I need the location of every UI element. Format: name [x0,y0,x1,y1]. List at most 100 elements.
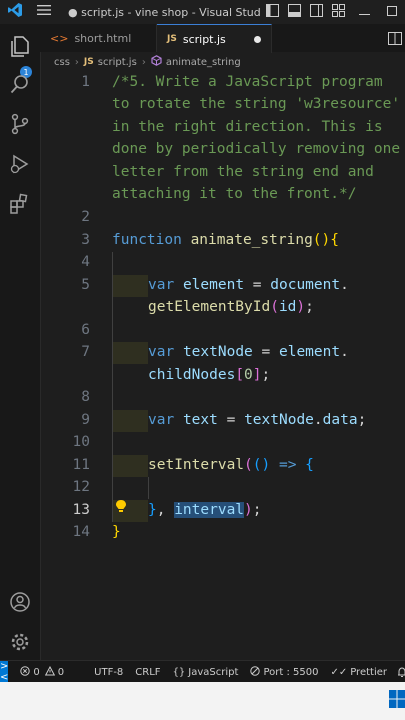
language-mode[interactable]: {} JavaScript [173,667,239,678]
toggle-primary-sidebar-icon[interactable] [261,4,283,20]
line-number: 12 [72,479,90,495]
run-debug-icon[interactable] [8,152,32,176]
tab-script-js[interactable]: JS script.js [157,24,272,53]
warning-count: 0 [57,666,65,678]
code-line: var text = textNode.data; [148,412,367,428]
symbol-method-icon [151,55,162,69]
tab-label: short.html [74,31,132,45]
toggle-secondary-sidebar-icon[interactable] [305,4,327,20]
code-line: } [112,524,121,540]
identifier: data [322,412,358,428]
line-number: 8 [81,389,90,405]
split-editor-icon[interactable] [385,24,405,52]
identifier: id [278,299,297,315]
breadcrumb-folder[interactable]: css [54,57,70,68]
identifier: text [182,412,218,428]
code-line-wrap: getElementById(id); [148,299,314,315]
code-comment-line: done by periodically removing one [112,141,401,157]
line-number: 9 [81,412,90,428]
function-name: animate_string [190,232,313,248]
indent-guide [112,252,113,522]
customize-layout-icon[interactable] [327,4,349,20]
arrow-operator: => [278,457,297,473]
line-number: 1 [81,74,90,90]
prettier-indicator[interactable]: ✓✓ Prettier [330,667,387,678]
code-comment-line: in the right direction. This is [112,119,383,135]
line-number: 11 [72,457,90,473]
maximize-icon[interactable] [379,5,405,19]
code-editor[interactable]: 1 2 3 4 5 6 7 8 9 10 11 12 13 14 /*5. Wr… [40,72,405,660]
indent-highlight [112,455,148,477]
code-comment-line: attaching it to the front.*/ [112,186,357,202]
keyword: var [148,277,175,293]
windows-start-icon[interactable] [389,690,405,708]
eol-indicator[interactable]: CRLF [135,667,160,678]
identifier: textNode [182,344,253,360]
breadcrumb-symbol[interactable]: animate_string [166,57,241,68]
minimize-icon[interactable] [349,6,379,19]
indent-highlight [112,342,148,364]
status-bar: >< 0 0 UTF-8 CRLF {} JavaScript Port : 5… [0,660,405,683]
selected-identifier: interval [174,502,245,518]
code-comment-line: to rotate the string 'w3resource' [112,96,401,112]
window-title: ● script.js - vine shop - Visual Studi..… [68,5,261,19]
warning-icon [44,665,55,679]
breadcrumb-file[interactable]: script.js [98,57,137,68]
vscode-logo-icon [0,2,30,22]
js-file-icon: JS [167,34,177,44]
title-bar: ● script.js - vine shop - Visual Studi..… [0,0,405,24]
menu-icon[interactable] [30,4,58,20]
indent-highlight [112,410,148,432]
js-file-icon: JS [83,57,94,67]
tab-short-html[interactable]: <> short.html [40,24,157,52]
keyword: var [148,344,175,360]
error-icon [20,665,31,679]
keyword: var [148,412,175,428]
indent-guide [148,477,149,499]
code-line: setInterval(() => { [148,457,314,473]
identifier: document [270,277,341,293]
code-line-wrap: childNodes[0]; [148,367,271,383]
double-check-icon: ✓✓ [330,666,348,678]
code-line: function animate_string(){ [112,232,339,248]
chevron-right-icon: › [141,56,146,68]
broadcast-icon [250,665,261,679]
code-line: var element = document. [148,277,349,293]
toggle-panel-icon[interactable] [283,4,305,20]
remote-indicator[interactable]: >< [0,661,9,683]
html-file-icon: <> [50,31,69,45]
error-count: 0 [33,666,40,678]
unsaved-dot-icon[interactable] [254,35,261,43]
identifier: childNodes [148,367,236,383]
code-comment-line: letter from the string end and [112,164,374,180]
settings-gear-icon[interactable] [8,630,32,654]
identifier: textNode [244,412,314,428]
live-server-port[interactable]: Port : 5500 [250,665,319,679]
problems-indicator[interactable]: 0 0 [20,665,65,679]
line-number: 3 [81,232,90,248]
explorer-icon[interactable] [8,34,32,58]
line-number: 6 [81,322,90,338]
line-number: 5 [81,277,90,293]
os-taskbar [0,682,405,720]
code-line-current: }, interval); [148,502,262,518]
breadcrumb: css › JS script.js › animate_string [40,52,405,72]
lightbulb-icon[interactable] [115,499,127,513]
editor-tabs: <> short.html JS script.js [40,24,405,53]
language-label: JavaScript [188,666,239,678]
source-control-icon[interactable] [8,112,32,136]
line-number-current: 13 [72,502,90,518]
search-icon[interactable] [8,72,32,96]
method-name: getElementById [148,299,271,315]
line-number: 2 [81,209,90,225]
accounts-icon[interactable] [8,590,32,614]
braces-icon: {} [172,666,186,678]
notifications-icon[interactable] [397,666,405,678]
code-line: var textNode = element. [148,344,349,360]
port-label: Port : 5500 [263,666,319,678]
encoding-indicator[interactable]: UTF-8 [94,667,123,678]
activity-bar: 1 [0,24,41,660]
line-number: 4 [81,254,90,270]
extensions-icon[interactable] [8,192,32,216]
code-comment-line: /*5. Write a JavaScript program [112,74,383,90]
